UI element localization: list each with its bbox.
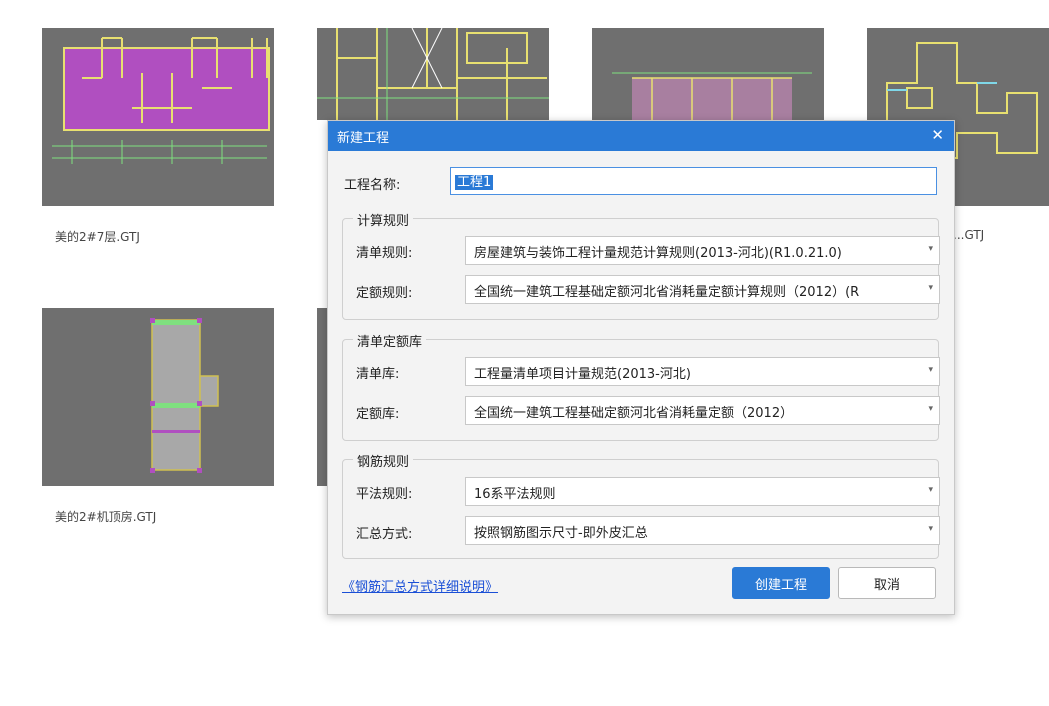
rebar-rules-group: 钢筋规则 平法规则: 16系平法规则 ▾ 汇总方式: 按照钢筋图示尺寸-即外皮汇… [342,451,940,559]
quota-lib-select[interactable]: 全国统一建筑工程基础定额河北省消耗量定额（2012） ▾ [465,396,940,425]
dialog-title: 新建工程 [337,130,390,146]
dialog-title-bar[interactable]: 新建工程 ✕ [328,121,954,151]
quota-rule-select[interactable]: 全国统一建筑工程基础定额河北省消耗量定额计算规则（2012）(R ▾ [465,275,940,304]
floorplan-preview-2 [317,28,549,120]
group-title: 计算规则 [353,210,414,229]
project-thumbnail-3[interactable] [592,28,824,120]
list-rule-value: 房屋建筑与装饰工程计量规范计算规则(2013-河北)(R1.0.21.0) [474,246,842,261]
project-name-value: 工程1 [455,175,494,190]
list-lib-label: 清单库: [356,367,400,382]
create-project-button[interactable]: 创建工程 [732,567,830,599]
library-group: 清单定额库 清单库: 工程量清单项目计量规范(2013-河北) ▾ 定额库: 全… [342,331,940,441]
plan-rule-label: 平法规则: [356,487,413,502]
summary-select[interactable]: 按照钢筋图示尺寸-即外皮汇总 ▾ [465,516,940,545]
list-rule-label: 清单规则: [356,246,413,261]
calc-rules-group: 计算规则 清单规则: 房屋建筑与装饰工程计量规范计算规则(2013-河北)(R1… [342,210,940,320]
file-name[interactable]: 美的2#机顶房.GTJ [55,508,156,525]
project-name-input[interactable]: 工程1 [450,167,937,195]
project-thumbnail-2[interactable] [317,28,549,120]
list-rule-select[interactable]: 房屋建筑与装饰工程计量规范计算规则(2013-河北)(R1.0.21.0) ▾ [465,236,940,265]
floorplan-preview-1 [42,28,274,206]
project-thumbnail-5[interactable] [42,308,274,486]
floorplan-preview-5 [42,308,274,486]
list-lib-select[interactable]: 工程量清单项目计量规范(2013-河北) ▾ [465,357,940,386]
project-thumbnail-6[interactable] [317,308,327,486]
quota-rule-value: 全国统一建筑工程基础定额河北省消耗量定额计算规则（2012）(R [474,285,860,300]
list-lib-value: 工程量清单项目计量规范(2013-河北) [474,367,691,382]
chevron-down-icon: ▾ [928,404,933,414]
chevron-down-icon: ▾ [928,244,933,254]
quota-lib-label: 定额库: [356,407,400,422]
file-name[interactable]: 美的2#7层.GTJ [55,228,140,245]
chevron-down-icon: ▾ [928,485,933,495]
floorplan-preview-3 [592,28,824,120]
summary-label: 汇总方式: [356,527,413,542]
group-title: 清单定额库 [353,331,427,350]
quota-lib-value: 全国统一建筑工程基础定额河北省消耗量定额（2012） [474,406,794,421]
chevron-down-icon: ▾ [928,365,933,375]
project-name-label: 工程名称: [344,178,401,193]
summary-value: 按照钢筋图示尺寸-即外皮汇总 [474,526,648,541]
file-name-partial[interactable]: ...GTJ [953,228,984,242]
rebar-summary-help-link[interactable]: 《钢筋汇总方式详细说明》 [342,576,498,595]
new-project-dialog: 新建工程 ✕ 工程名称: 工程1 计算规则 清单规则: 房屋建筑与装饰工程计量规… [327,120,955,615]
cancel-button[interactable]: 取消 [838,567,936,599]
quota-rule-label: 定额规则: [356,286,413,301]
plan-rule-select[interactable]: 16系平法规则 ▾ [465,477,940,506]
chevron-down-icon: ▾ [928,524,933,534]
chevron-down-icon: ▾ [928,283,933,293]
close-icon[interactable]: ✕ [931,127,944,143]
project-thumbnail-1[interactable] [42,28,274,206]
group-title: 钢筋规则 [353,451,414,470]
plan-rule-value: 16系平法规则 [474,487,556,502]
